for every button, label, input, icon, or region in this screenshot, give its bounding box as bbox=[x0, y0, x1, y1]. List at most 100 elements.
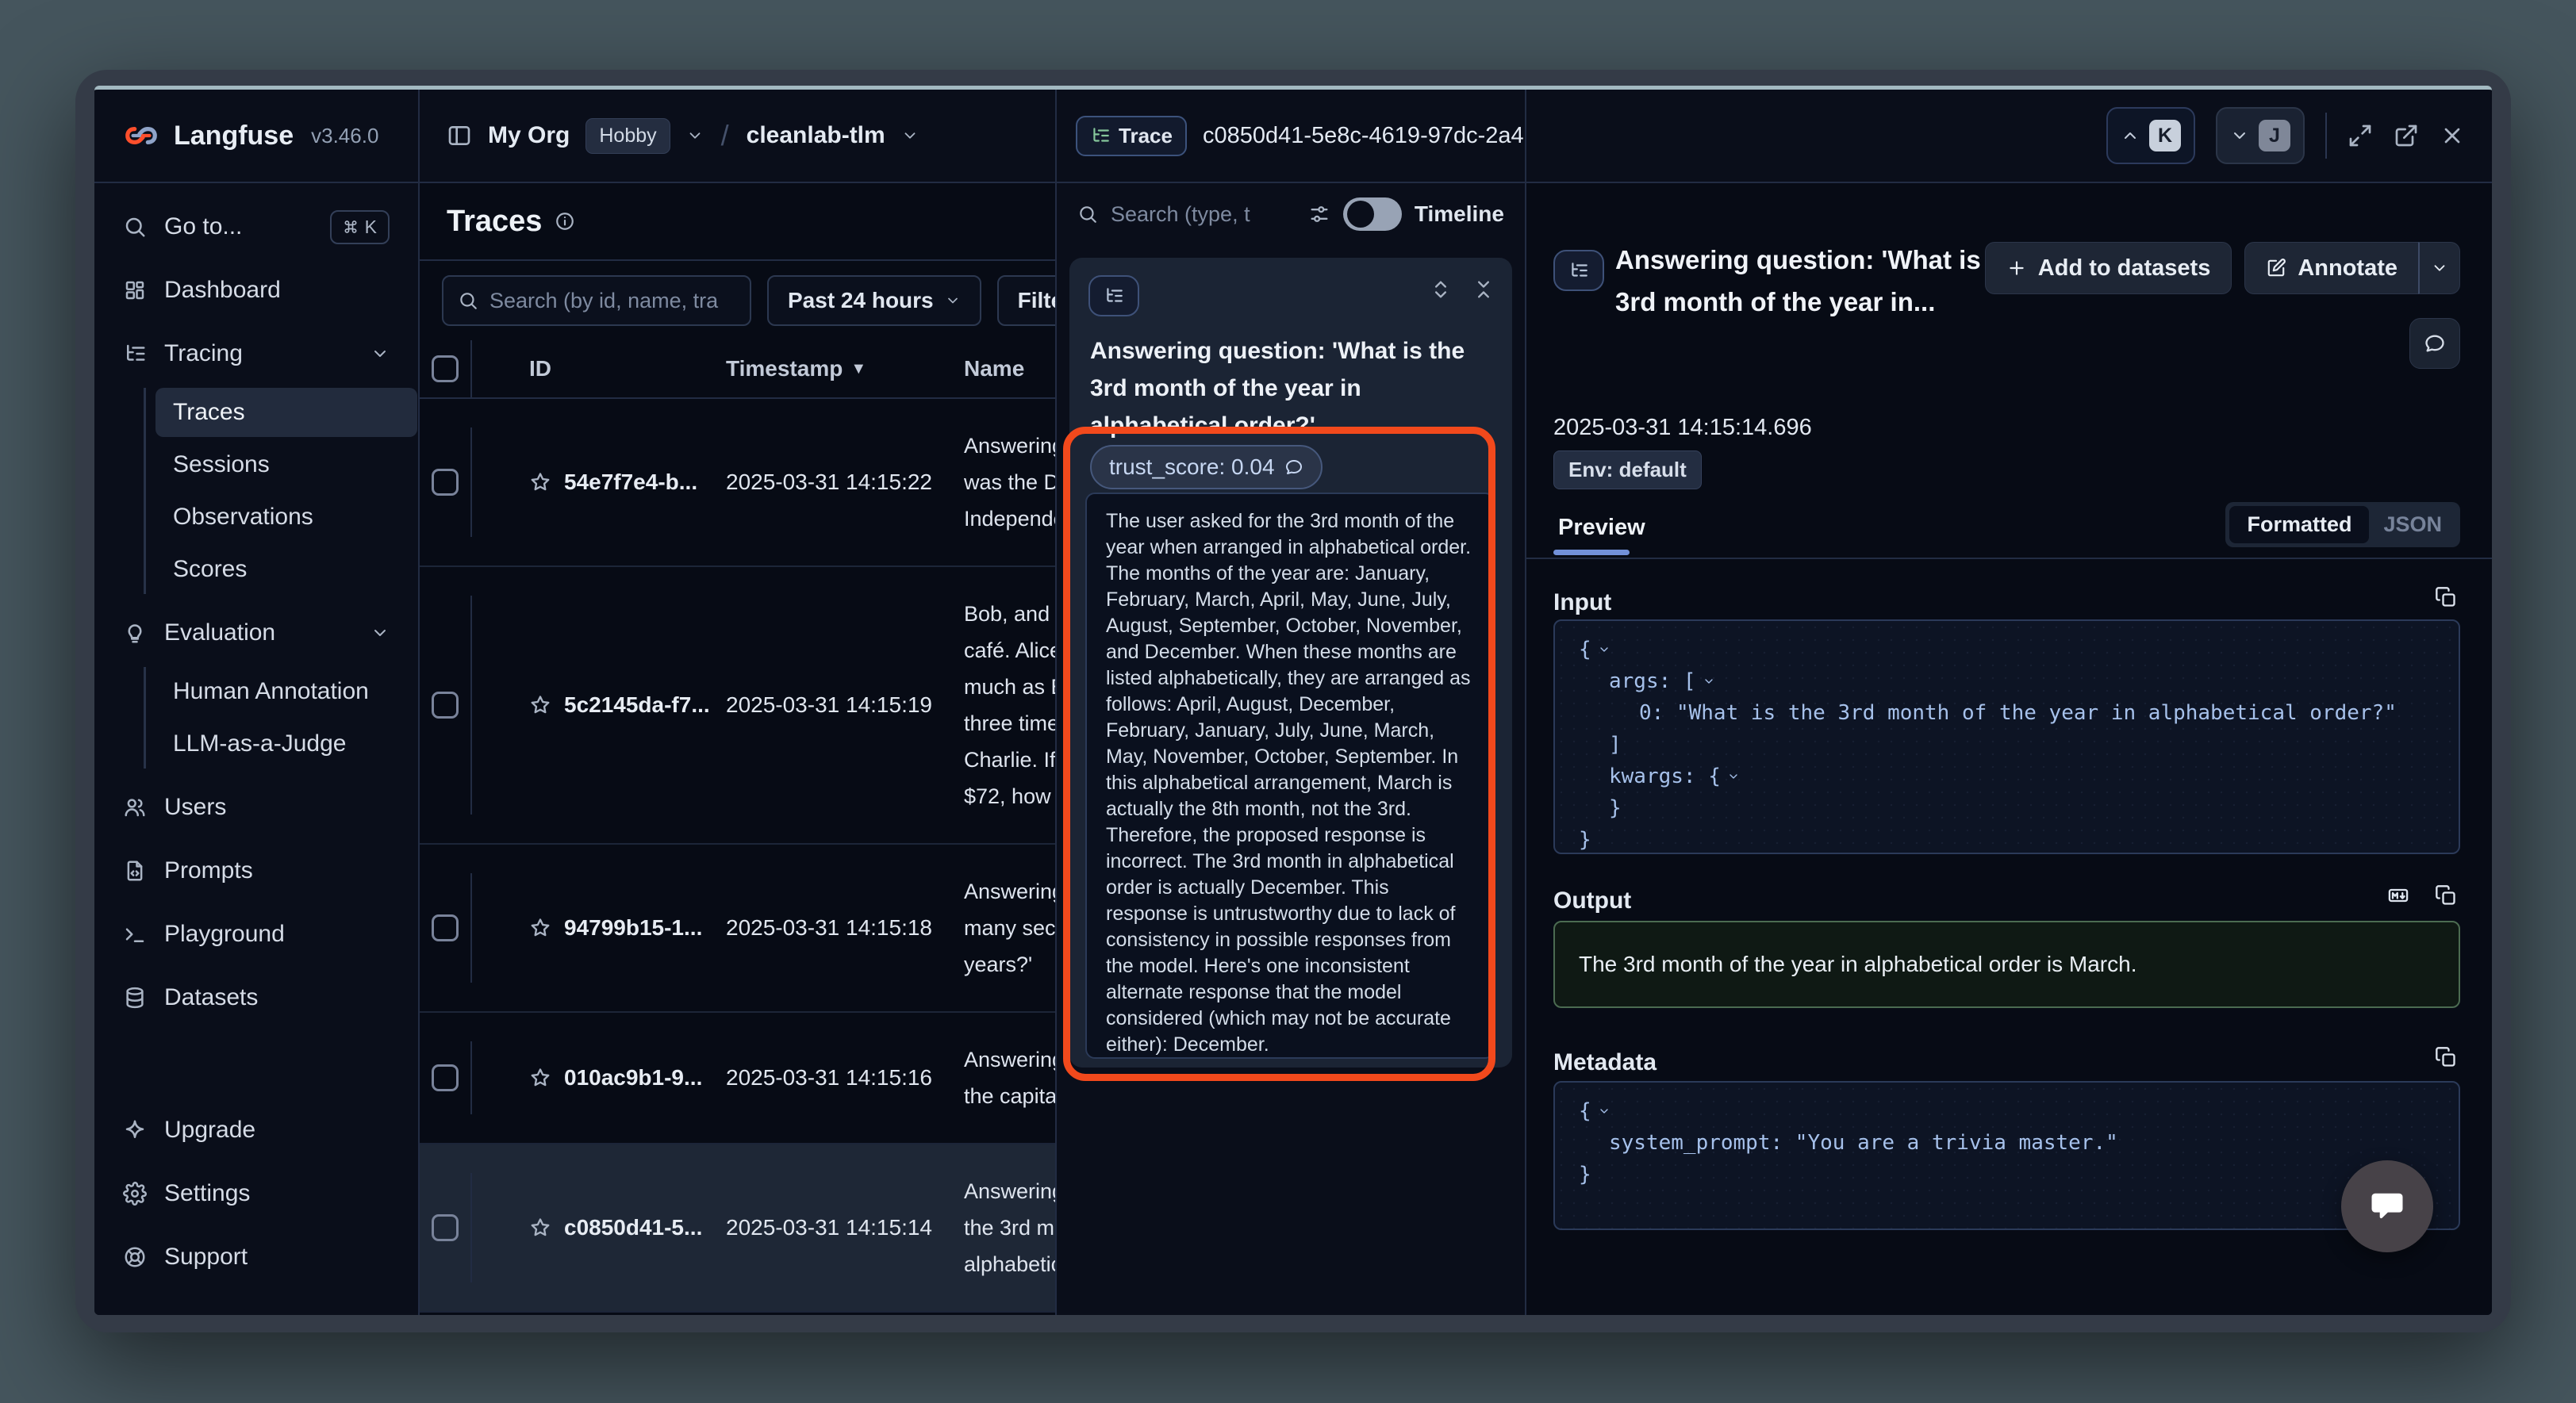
sidebar-toggle-icon[interactable] bbox=[447, 123, 472, 148]
sidebar-subitem[interactable]: Scores bbox=[155, 545, 417, 594]
prev-trace-button[interactable]: K bbox=[2106, 107, 2195, 164]
sidebar-item-label: Datasets bbox=[164, 984, 258, 1011]
chevron-down-icon bbox=[370, 344, 390, 363]
add-to-datasets-label: Add to datasets bbox=[2038, 255, 2211, 282]
tree-search-input[interactable]: Search (type, t bbox=[1111, 202, 1296, 227]
chat-button[interactable] bbox=[2341, 1160, 2433, 1252]
markdown-toggle-icon[interactable] bbox=[2387, 884, 2409, 907]
table-header: ID Timestamp ▼ Name bbox=[420, 340, 1055, 399]
sidebar-item-evaluation[interactable]: Evaluation bbox=[110, 607, 402, 659]
sidebar-item-tracing[interactable]: Tracing bbox=[110, 328, 402, 380]
collapse-caret-icon[interactable] bbox=[1727, 770, 1740, 783]
copy-icon[interactable] bbox=[2435, 586, 2457, 608]
copy-icon[interactable] bbox=[2435, 884, 2457, 907]
sidebar-item[interactable]: Users bbox=[110, 781, 402, 834]
open-external-icon[interactable] bbox=[2394, 123, 2419, 148]
collapse-caret-icon[interactable] bbox=[1598, 643, 1610, 656]
chevron-up-icon bbox=[2121, 126, 2140, 145]
comments-button[interactable] bbox=[2409, 318, 2460, 369]
annotate-button[interactable]: Annotate bbox=[2244, 242, 2418, 294]
sidebar-item[interactable]: Playground bbox=[110, 908, 402, 960]
collapse-caret-icon[interactable] bbox=[1703, 675, 1715, 688]
sidebar-item[interactable]: Datasets bbox=[110, 972, 402, 1024]
sidebar-subitem[interactable]: Observations bbox=[155, 493, 417, 542]
trace-row-id: 94799b15-1... bbox=[564, 915, 702, 941]
row-checkbox[interactable] bbox=[432, 692, 459, 719]
sidebar-subitem-label: LLM-as-a-Judge bbox=[173, 730, 346, 757]
table-row[interactable]: c0850d41-5... 2025-03-31 14:15:14 Answer… bbox=[420, 1144, 1055, 1313]
time-range-button[interactable]: Past 24 hours bbox=[767, 275, 981, 326]
org-switcher-chevron-icon[interactable] bbox=[686, 127, 704, 144]
sidebar-item-label: Support bbox=[164, 1244, 248, 1271]
code-line: args: [ bbox=[1579, 665, 2435, 697]
trace-card[interactable]: Answering question: 'What is the 3rd mon… bbox=[1069, 258, 1512, 1068]
trace-row-timestamp: 2025-03-31 14:15:14 bbox=[726, 1215, 964, 1240]
search-icon bbox=[1077, 204, 1098, 224]
sidebar-subitem[interactable]: LLM-as-a-Judge bbox=[155, 719, 417, 769]
collapse-caret-icon[interactable] bbox=[1598, 1105, 1610, 1117]
filters-button[interactable]: Filters bbox=[997, 275, 1055, 326]
tree-toolbar: Search (type, t Timeline bbox=[1057, 183, 1525, 245]
star-icon[interactable] bbox=[529, 917, 551, 939]
sidebar-subitem[interactable]: Sessions bbox=[155, 440, 417, 489]
project-name[interactable]: cleanlab-tlm bbox=[747, 122, 885, 149]
traces-search-input[interactable]: Search (by id, name, tra bbox=[442, 275, 751, 326]
sidebar-subitem-label: Human Annotation bbox=[173, 678, 369, 705]
sidebar-subitem[interactable]: Human Annotation bbox=[155, 667, 417, 716]
project-switcher-chevron-icon[interactable] bbox=[901, 127, 919, 144]
sidebar-item[interactable]: Upgrade bbox=[110, 1104, 402, 1156]
annotate-dropdown-button[interactable] bbox=[2418, 242, 2460, 294]
sidebar-item-goto[interactable]: Go to... K bbox=[110, 201, 402, 253]
table-row[interactable]: 5c2145da-f7... 2025-03-31 14:15:19 Bob, … bbox=[420, 567, 1055, 845]
row-checkbox[interactable] bbox=[432, 1064, 459, 1091]
row-checkbox[interactable] bbox=[432, 469, 459, 496]
sidebar-item-icon bbox=[123, 1245, 147, 1269]
traces-panel: Traces Search (by id, name, tra Past 24 … bbox=[420, 183, 1057, 1315]
timeline-label: Timeline bbox=[1415, 201, 1504, 227]
star-icon[interactable] bbox=[529, 694, 551, 716]
json-option[interactable]: JSON bbox=[2369, 506, 2456, 543]
table-row[interactable]: 94799b15-1... 2025-03-31 14:15:18 Answer… bbox=[420, 845, 1055, 1013]
table-row[interactable]: 010ac9b1-9... 2025-03-31 14:15:16 Answer… bbox=[420, 1013, 1055, 1144]
tab-preview[interactable]: Preview bbox=[1558, 515, 1645, 541]
table-row[interactable]: 54e7f7e4-b... 2025-03-31 14:15:22 Answer… bbox=[420, 399, 1055, 567]
org-name[interactable]: My Org bbox=[488, 122, 570, 149]
sidebar-subitem[interactable]: Traces bbox=[155, 388, 417, 437]
trace-row-id: c0850d41-5... bbox=[564, 1215, 702, 1240]
copy-icon[interactable] bbox=[2435, 1046, 2457, 1068]
sidebar-item[interactable]: Prompts bbox=[110, 845, 402, 897]
next-trace-button[interactable]: J bbox=[2216, 107, 2305, 164]
sidebar-item[interactable]: Support bbox=[110, 1231, 402, 1283]
sidebar-item[interactable]: Settings bbox=[110, 1167, 402, 1220]
trace-tree-icon bbox=[1104, 286, 1124, 306]
format-toggle[interactable]: Formatted JSON bbox=[2225, 502, 2460, 547]
row-checkbox[interactable] bbox=[432, 1214, 459, 1241]
star-icon[interactable] bbox=[529, 471, 551, 493]
collapse-all-icon[interactable] bbox=[1472, 278, 1495, 301]
trust-score-badge[interactable]: trust_score: 0.04 bbox=[1090, 445, 1323, 489]
row-checkbox[interactable] bbox=[432, 914, 459, 941]
metadata-json-box: { system_prompt: "You are a trivia maste… bbox=[1553, 1081, 2460, 1230]
expand-all-icon[interactable] bbox=[1430, 278, 1452, 301]
goto-shortcut: K bbox=[330, 210, 390, 244]
trace-badge-label: Trace bbox=[1119, 124, 1173, 148]
star-icon[interactable] bbox=[529, 1217, 551, 1239]
trace-detail-panel: Answering question: 'What is the 3rd mon… bbox=[1526, 183, 2492, 1315]
sidebar-item-dashboard[interactable]: Dashboard bbox=[110, 264, 402, 316]
close-icon[interactable] bbox=[2440, 123, 2465, 148]
code-text: args: [ bbox=[1609, 665, 1696, 697]
trace-row-name: Answering quest many seconds ar years?' bbox=[964, 873, 1055, 983]
timeline-toggle[interactable] bbox=[1343, 197, 1402, 231]
add-to-datasets-button[interactable]: Add to datasets bbox=[1985, 242, 2232, 294]
star-icon[interactable] bbox=[529, 1067, 551, 1089]
trace-type-badge: Trace bbox=[1076, 116, 1187, 156]
column-header-id[interactable]: ID bbox=[472, 356, 726, 381]
expand-icon[interactable] bbox=[2348, 123, 2373, 148]
formatted-option[interactable]: Formatted bbox=[2229, 506, 2369, 543]
select-all-checkbox[interactable] bbox=[432, 355, 459, 382]
info-icon[interactable] bbox=[555, 211, 575, 232]
column-header-name[interactable]: Name bbox=[964, 356, 1055, 381]
sidebar-item-label: Evaluation bbox=[164, 619, 275, 646]
view-options-icon[interactable] bbox=[1308, 203, 1330, 225]
column-header-timestamp[interactable]: Timestamp ▼ bbox=[726, 356, 964, 381]
